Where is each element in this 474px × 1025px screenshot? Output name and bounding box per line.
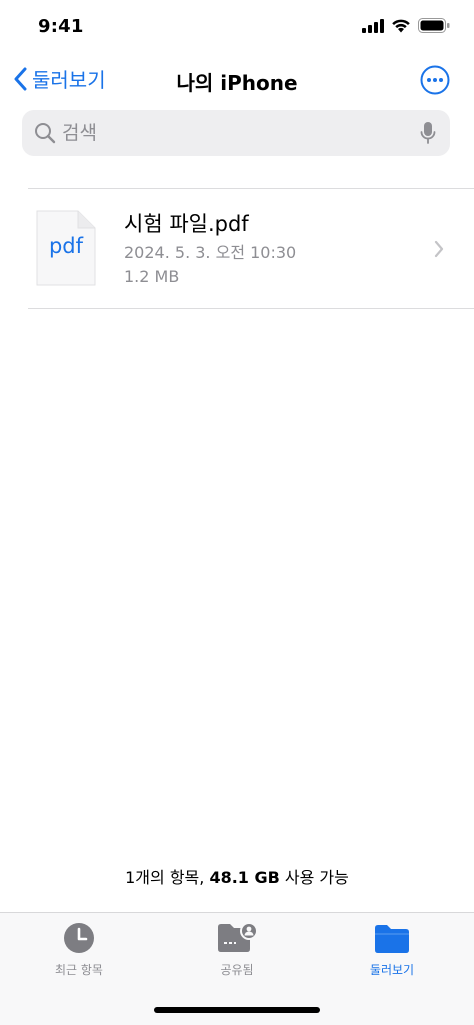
status-icons <box>362 18 450 33</box>
tab-label: 공유됨 <box>220 963 254 977</box>
more-options-icon[interactable] <box>420 65 450 95</box>
list-divider-bottom <box>28 308 474 309</box>
cellular-signal-icon <box>362 18 384 33</box>
page-title: 나의 iPhone <box>176 71 298 95</box>
tab-recents[interactable]: 최근 항목 <box>19 921 139 981</box>
wifi-icon <box>392 19 410 33</box>
chevron-right-icon <box>434 240 444 258</box>
folder-icon <box>375 925 409 953</box>
tab-browse[interactable]: 둘러보기 <box>332 921 452 981</box>
clock-icon <box>64 923 94 953</box>
navigation-bar: 둘러보기 나의 iPhone <box>0 56 474 104</box>
microphone-icon[interactable] <box>420 121 436 145</box>
item-count: 1개의 항목, <box>125 868 205 887</box>
file-date: 2024. 5. 3. 오전 10:30 <box>124 243 297 262</box>
file-type-label: pdf <box>48 234 84 258</box>
file-list-item[interactable]: pdf 시험 파일.pdf 2024. 5. 3. 오전 10:30 1.2 M… <box>0 190 474 308</box>
list-divider-top <box>28 188 474 189</box>
search-input[interactable] <box>62 110 392 156</box>
tab-label: 최근 항목 <box>55 963 103 977</box>
search-icon <box>35 123 56 144</box>
battery-icon <box>418 18 450 33</box>
home-indicator[interactable] <box>154 1007 320 1013</box>
tab-shared[interactable]: 공유됨 <box>177 921 297 981</box>
file-size: 1.2 MB <box>124 267 180 286</box>
storage-summary: 1개의 항목, 48.1 GB 사용 가능 <box>0 864 474 888</box>
pdf-file-icon: pdf <box>36 210 96 290</box>
status-time: 9:41 <box>38 16 84 37</box>
shared-folder-icon <box>218 922 258 952</box>
search-bar <box>22 110 450 156</box>
status-bar: 9:41 <box>0 0 474 56</box>
file-name: 시험 파일.pdf <box>124 212 249 236</box>
tab-label: 둘러보기 <box>369 963 415 977</box>
free-space-value: 48.1 GB <box>209 868 280 887</box>
free-space-label: 사용 가능 <box>284 868 349 887</box>
